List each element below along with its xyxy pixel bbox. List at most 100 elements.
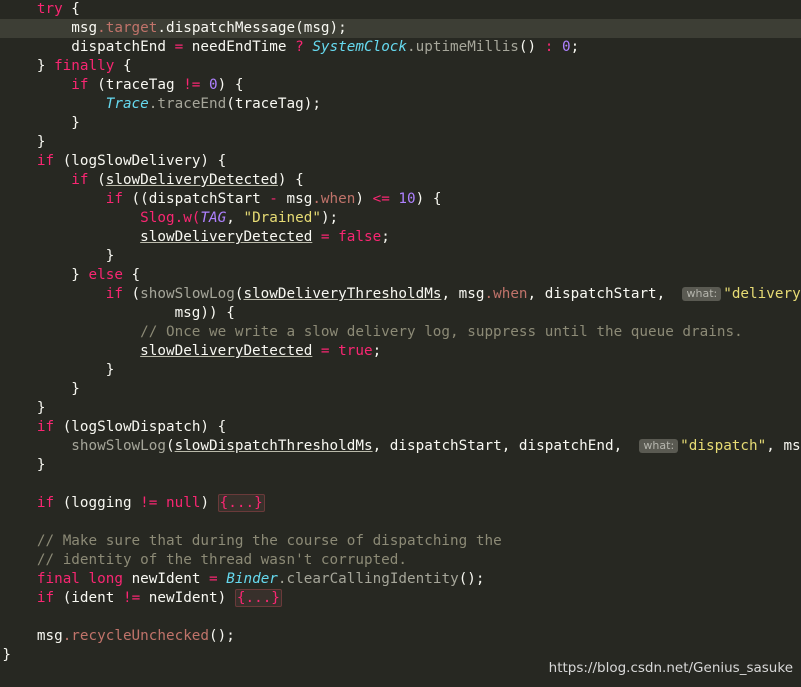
code-line[interactable] [0,475,801,494]
keyword-token: final [36,571,80,587]
keyword-token: = [209,571,218,587]
code-token: msg [36,628,63,644]
code-line[interactable] [0,513,801,532]
code-token: { [62,1,80,17]
field-token: slowDeliveryDetected [140,343,313,359]
keyword-token: if [105,191,123,207]
parameter-hint: what: [639,439,679,453]
code-line[interactable]: } [0,456,801,475]
code-line[interactable]: } [0,361,801,380]
keyword-token: long [88,571,123,587]
code-token: ( [165,438,175,454]
keyword-token: = [320,343,330,359]
code-token: (logging [54,495,141,511]
code-line[interactable]: } [0,399,801,418]
keyword-token: true [338,343,373,359]
code-line[interactable]: if (logSlowDelivery) { [0,152,801,171]
code-line[interactable]: } [0,247,801,266]
code-line[interactable]: if (showSlowLog(slowDeliveryThresholdMs,… [0,285,801,304]
code-line[interactable] [0,608,801,627]
code-token: dispatchEnd [71,39,166,55]
code-line[interactable]: slowDeliveryDetected = true; [0,342,801,361]
code-line-current[interactable]: msg.target.dispatchMessage(msg); [0,19,801,38]
comment-token: // Make sure that during the course of d… [36,533,502,549]
code-token: (traceTag); [226,96,321,112]
code-token: } [36,457,46,473]
code-token: ) [200,495,218,511]
code-line[interactable]: } [0,380,801,399]
class-name-token: Binder [226,571,278,587]
number-token: 10 [398,191,416,207]
code-line[interactable]: Trace.traceEnd(traceTag); [0,95,801,114]
code-line[interactable]: } [0,114,801,133]
code-line[interactable]: if (logging != null) {...} [0,494,801,513]
code-token: { [122,267,141,283]
code-token: } [36,58,46,74]
code-token: ) { [415,191,442,207]
code-token: ; [570,39,580,55]
member-token: .recycleUnchecked [62,628,210,644]
watermark: https://blog.csdn.net/Genius_sasuke [548,660,793,676]
code-token: () [518,39,545,55]
code-token: } [105,248,115,264]
code-line[interactable]: } [0,133,801,152]
keyword-token: ? [295,39,304,55]
code-line[interactable]: msg.recycleUnchecked(); [0,627,801,646]
code-token: , msg [441,286,485,302]
code-line[interactable]: dispatchEnd = needEndTime ? SystemClock.… [0,38,801,57]
code-line[interactable]: final long newIdent = Binder.clearCallin… [0,570,801,589]
code-line[interactable]: msg)) { [0,304,801,323]
keyword-token: != [122,590,141,606]
code-line[interactable]: } else { [0,266,801,285]
code-token: ) { [217,77,244,93]
keyword-token: if [36,590,55,606]
keyword-token: try [36,1,63,17]
method-token: showSlowLog [140,286,235,302]
field-token: slowDeliveryDetected [140,229,313,245]
folded-code-block[interactable]: {...} [234,589,282,607]
code-token: ) { [277,172,304,188]
keyword-token: Slog [140,210,175,226]
code-line[interactable]: try { [0,0,801,19]
keyword-token: if [36,153,55,169]
code-editor[interactable]: try { msg.target.dispatchMessage(msg); d… [0,0,801,687]
code-token: newIdent) [140,590,235,606]
code-line[interactable]: // Once we write a slow delivery log, su… [0,323,801,342]
constant-token: TAG [200,210,227,226]
code-line[interactable]: if (logSlowDispatch) { [0,418,801,437]
code-line[interactable]: // identity of the thread wasn't corrupt… [0,551,801,570]
string-token: "Drained" [243,210,321,226]
keyword-token: - [269,191,278,207]
code-line[interactable]: } finally { [0,57,801,76]
keyword-token: = [320,229,330,245]
code-token: .dispatchMessage(msg); [157,20,347,36]
code-line[interactable]: slowDeliveryDetected = false; [0,228,801,247]
code-line[interactable]: if ((dispatchStart - msg.when) <= 10) { [0,190,801,209]
code-token: { [114,58,132,74]
code-token: } [2,647,12,663]
code-line[interactable]: if (ident != newIdent) {...} [0,589,801,608]
code-line[interactable]: if (slowDeliveryDetected) { [0,171,801,190]
code-token: (logSlowDelivery) { [54,153,227,169]
code-line[interactable]: if (traceTag != 0) { [0,76,801,95]
comment-token: // Once we write a slow delivery log, su… [140,324,743,340]
method-token: .clearCallingIdentity [277,571,459,587]
keyword-token: <= [372,191,390,207]
code-line[interactable]: // Make sure that during the course of d… [0,532,801,551]
code-line[interactable]: Slog.w(TAG, "Drained"); [0,209,801,228]
code-token: , [226,210,244,226]
member-token: .when [312,191,356,207]
folded-code-block[interactable]: {...} [217,494,265,512]
code-token: (); [458,571,485,587]
code-line[interactable]: showSlowLog(slowDispatchThresholdMs, dis… [0,437,801,456]
code-token: ( [122,286,141,302]
